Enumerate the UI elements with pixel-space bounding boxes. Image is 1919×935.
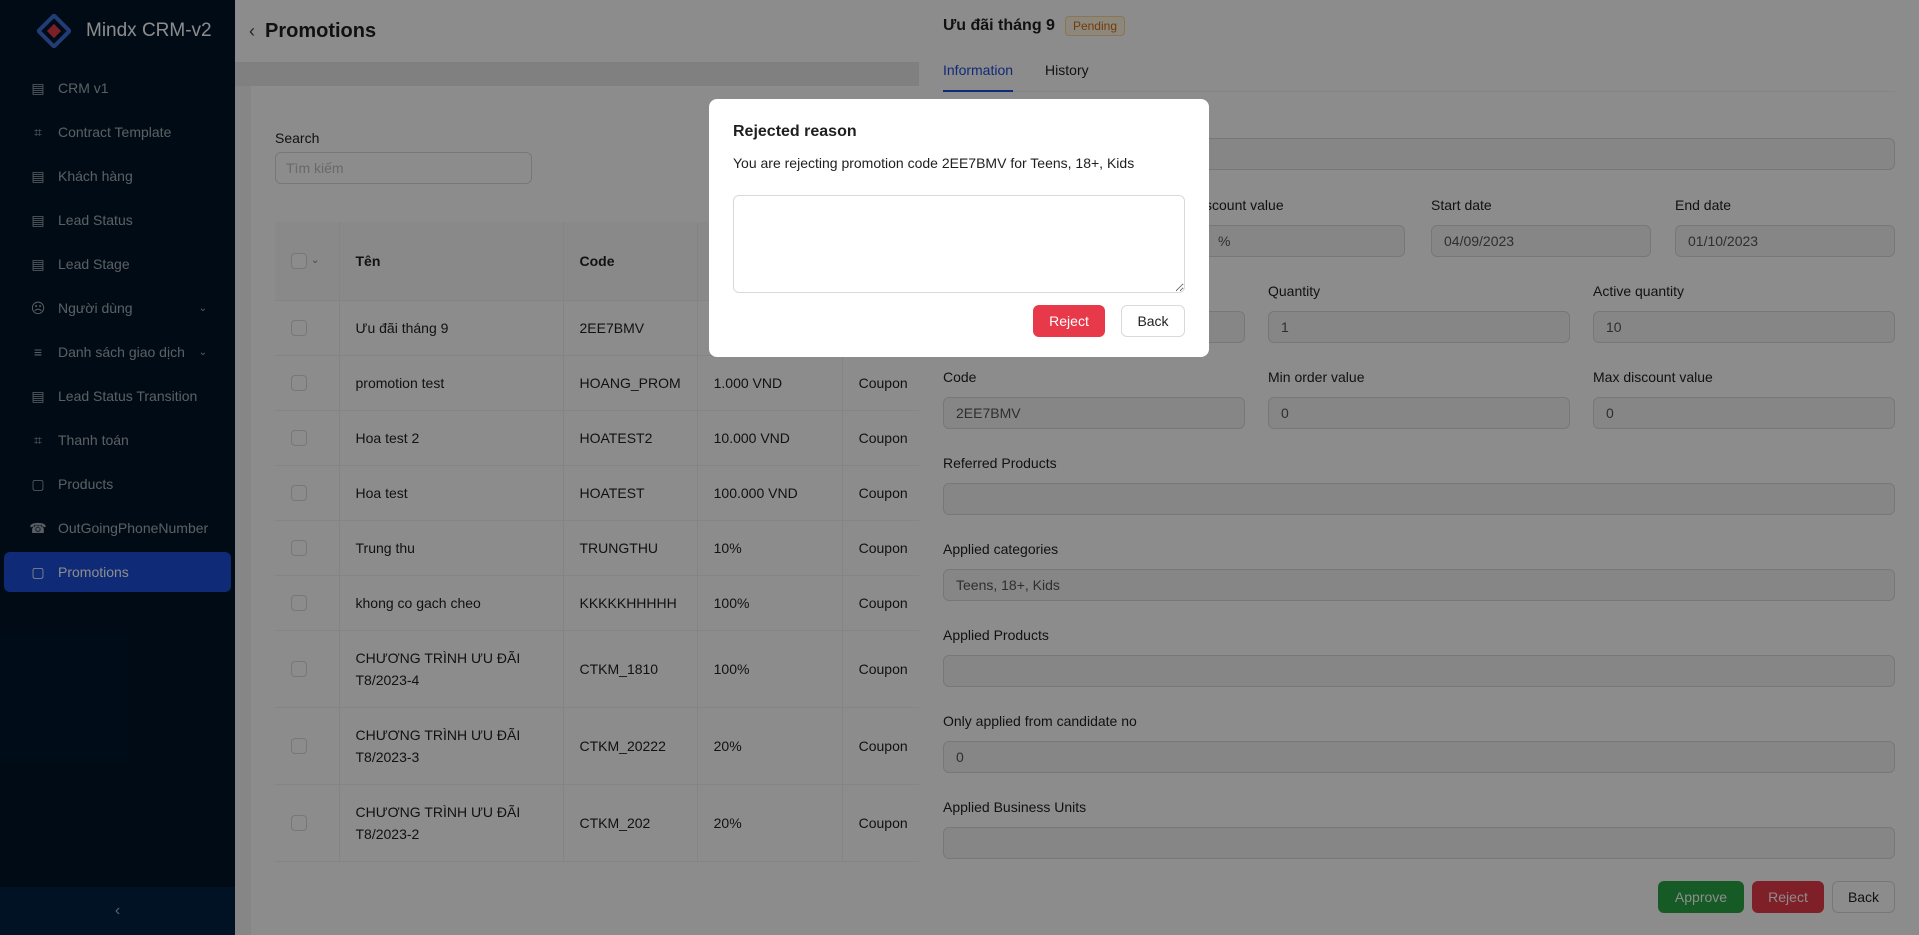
modal-message: You are rejecting promotion code 2EE7BMV… bbox=[733, 155, 1135, 171]
rejected-reason-modal: Rejected reason You are rejecting promot… bbox=[709, 99, 1209, 357]
modal-reject-button[interactable]: Reject bbox=[1033, 305, 1105, 337]
rejected-reason-textarea[interactable] bbox=[733, 195, 1185, 293]
modal-title: Rejected reason bbox=[733, 123, 857, 140]
modal-back-button[interactable]: Back bbox=[1121, 305, 1185, 337]
